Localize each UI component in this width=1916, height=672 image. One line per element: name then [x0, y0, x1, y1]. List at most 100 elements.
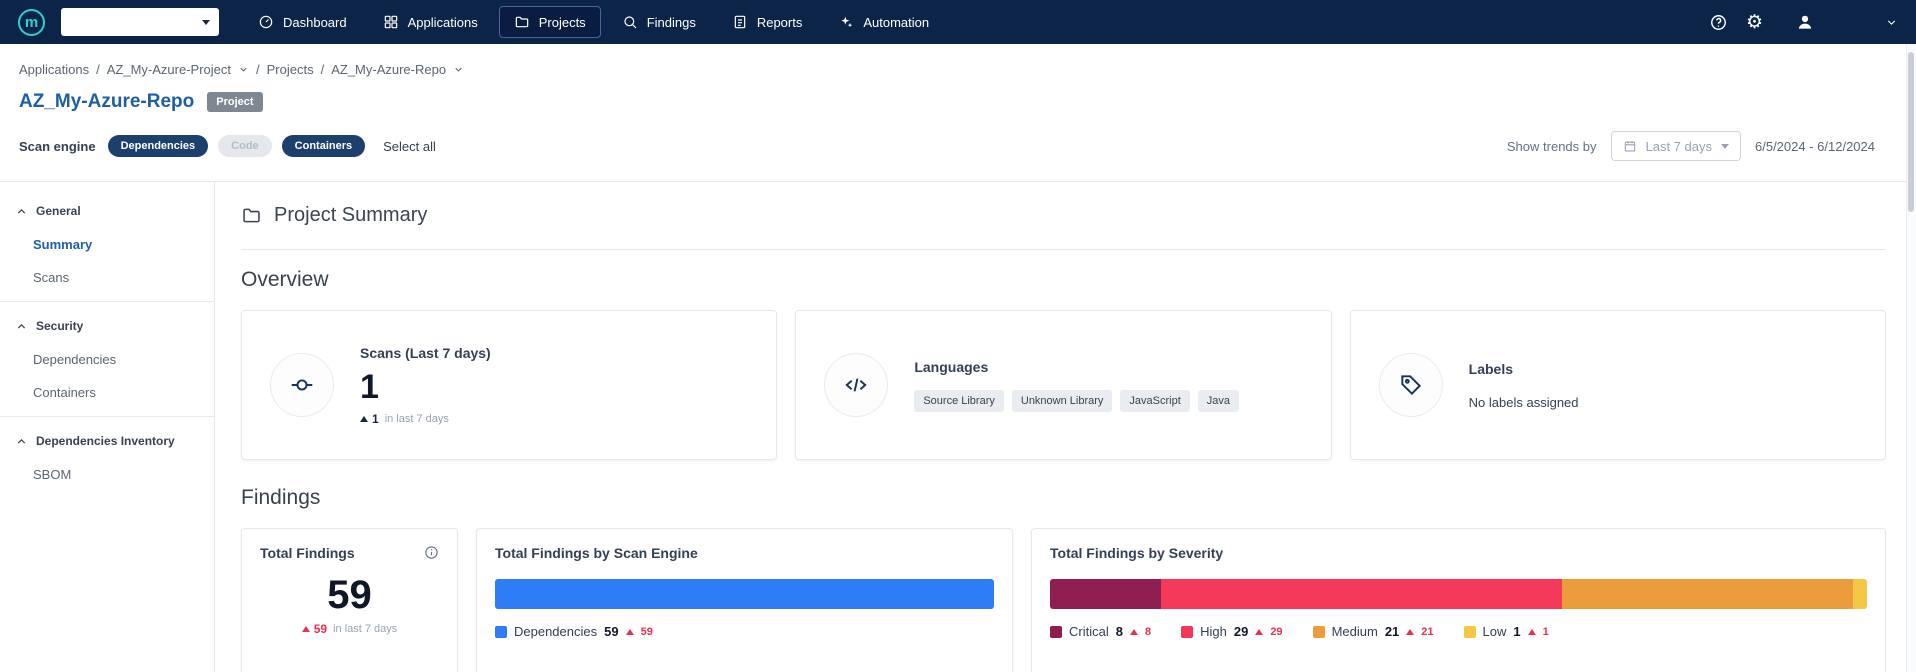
legend-value: 29 — [1234, 624, 1248, 639]
languages-icon-circle — [824, 353, 888, 417]
language-tags: Source Library Unknown Library JavaScrip… — [914, 390, 1239, 412]
account-menu-toggle[interactable] — [1885, 16, 1898, 29]
nav-item-automation[interactable]: Automation — [823, 6, 944, 38]
legend-label: Critical — [1069, 624, 1109, 639]
user-account-button[interactable] — [1795, 12, 1815, 32]
scans-card-title: Scans (Last 7 days) — [360, 345, 491, 361]
nav-label: Automation — [863, 15, 929, 30]
severity-segment-low — [1853, 579, 1867, 609]
trends-period-dropdown[interactable]: Last 7 days — [1611, 131, 1742, 161]
high-swatch — [1181, 626, 1193, 638]
critical-swatch — [1050, 626, 1062, 638]
sidebar-item-scans[interactable]: Scans — [0, 261, 214, 294]
chevron-up-icon — [16, 321, 27, 332]
info-icon[interactable] — [424, 545, 439, 565]
reports-icon — [732, 14, 748, 30]
project-switcher-toggle[interactable] — [453, 64, 464, 75]
nav-item-applications[interactable]: Applications — [368, 6, 493, 38]
legend-value: 8 — [1116, 624, 1123, 639]
legend-delta: 8 — [1145, 626, 1151, 638]
primary-nav: Dashboard Applications Projects Findings… — [243, 6, 944, 38]
left-sidebar: General Summary Scans Security Dependenc… — [0, 182, 215, 672]
language-tag: JavaScript — [1120, 390, 1189, 412]
nav-item-findings[interactable]: Findings — [607, 6, 711, 38]
application-switcher-toggle[interactable] — [238, 64, 249, 75]
scan-engine-pill-code: Code — [218, 135, 272, 157]
scans-count: 1 — [360, 368, 491, 407]
projects-icon — [514, 14, 530, 30]
org-selector-dropdown[interactable] — [61, 8, 219, 36]
top-navigation-bar: m Dashboard Applications Projects Findin… — [0, 0, 1916, 44]
breadcrumb-separator: / — [256, 62, 260, 77]
sidebar-section-general[interactable]: General — [0, 194, 214, 228]
findings-cards-row: Total Findings 59 59 in last 7 days Tota… — [241, 528, 1886, 672]
nav-label: Findings — [647, 15, 696, 30]
language-tag: Source Library — [914, 390, 1004, 412]
scan-engine-row: Scan engine Dependencies Code Containers… — [19, 131, 1897, 181]
logo-letter: m — [25, 14, 38, 31]
content-area: General Summary Scans Security Dependenc… — [0, 181, 1916, 672]
gear-icon: ⚙ — [1746, 13, 1763, 32]
scan-icon-circle — [270, 353, 334, 417]
divider — [241, 249, 1886, 250]
legend-label: Medium — [1332, 624, 1378, 639]
project-type-badge: Project — [207, 92, 262, 112]
severity-bar — [1050, 579, 1867, 609]
legend-item-critical: Critical 8 8 — [1050, 624, 1151, 639]
breadcrumb-application-name[interactable]: AZ_My-Azure-Project — [107, 62, 231, 77]
trend-up-icon — [1130, 629, 1138, 635]
findings-heading: Findings — [241, 486, 1886, 510]
total-findings-delta: 59 — [314, 622, 327, 636]
trend-up-icon — [1255, 629, 1263, 635]
mend-logo[interactable]: m — [18, 9, 45, 36]
labels-card-title: Labels — [1469, 361, 1579, 377]
select-all-link[interactable]: Select all — [383, 139, 436, 154]
scan-engine-pill-containers[interactable]: Containers — [282, 135, 365, 157]
breadcrumb-project-name[interactable]: AZ_My-Azure-Repo — [331, 62, 446, 77]
sidebar-item-dependencies[interactable]: Dependencies — [0, 343, 214, 376]
sidebar-item-summary[interactable]: Summary — [0, 228, 214, 261]
legend-value: 21 — [1385, 624, 1399, 639]
overview-heading: Overview — [241, 268, 1886, 292]
vertical-scrollbar-thumb[interactable] — [1908, 52, 1914, 212]
sidebar-section-title: Dependencies Inventory — [36, 434, 175, 448]
nav-label: Dashboard — [283, 15, 347, 30]
trends-controls: Show trends by Last 7 days 6/5/2024 - 6/… — [1507, 131, 1897, 161]
total-findings-value: 59 — [260, 573, 439, 618]
nav-item-dashboard[interactable]: Dashboard — [243, 6, 362, 38]
trends-date-range: 6/5/2024 - 6/12/2024 — [1755, 139, 1875, 154]
nav-item-projects[interactable]: Projects — [499, 6, 601, 38]
sidebar-section-security[interactable]: Security — [0, 309, 214, 343]
nav-item-reports[interactable]: Reports — [717, 6, 818, 38]
sidebar-section-dependencies-inventory[interactable]: Dependencies Inventory — [0, 424, 214, 458]
sidebar-item-sbom[interactable]: SBOM — [0, 458, 214, 491]
project-summary-header: Project Summary — [241, 204, 1886, 227]
breadcrumb-applications[interactable]: Applications — [19, 62, 89, 77]
vertical-scrollbar-track — [1906, 44, 1916, 672]
help-icon — [1709, 13, 1728, 32]
by-severity-title: Total Findings by Severity — [1050, 545, 1223, 561]
chevron-down-icon — [1885, 16, 1898, 29]
settings-button[interactable]: ⚙ — [1746, 13, 1763, 32]
scan-commit-icon — [289, 372, 315, 398]
severity-segment-medium — [1562, 579, 1853, 609]
trends-period-value: Last 7 days — [1646, 139, 1713, 154]
code-icon — [843, 372, 869, 398]
engine-bar — [495, 579, 994, 609]
trend-up-icon — [360, 416, 368, 422]
sidebar-item-containers[interactable]: Containers — [0, 376, 214, 409]
low-swatch — [1464, 626, 1476, 638]
main-panel: Project Summary Overview Scans (Last 7 d… — [215, 182, 1916, 672]
dependencies-swatch — [495, 626, 507, 638]
nav-label: Projects — [539, 15, 586, 30]
calendar-icon — [1623, 139, 1637, 153]
medium-swatch — [1313, 626, 1325, 638]
scan-engine-pill-dependencies[interactable]: Dependencies — [108, 135, 209, 157]
trend-up-icon — [302, 626, 310, 632]
help-button[interactable] — [1709, 13, 1728, 32]
automation-sparkles-icon — [838, 14, 854, 30]
breadcrumb-projects[interactable]: Projects — [267, 62, 314, 77]
legend-delta: 21 — [1421, 626, 1433, 638]
severity-segment-critical — [1050, 579, 1161, 609]
scans-delta-caption: in last 7 days — [385, 413, 449, 425]
